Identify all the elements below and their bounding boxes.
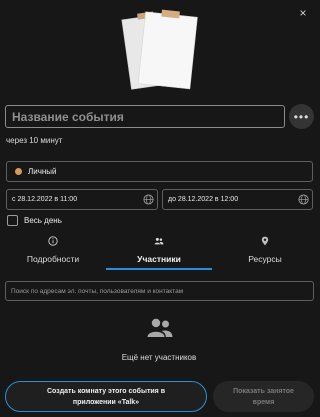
tab-attendees[interactable]: Участники xyxy=(106,233,212,271)
tab-resources-label: Ресурсы xyxy=(248,254,282,264)
more-options-button[interactable]: ••• xyxy=(289,104,314,129)
location-pin-icon xyxy=(261,236,269,246)
globe-icon[interactable] xyxy=(143,194,154,205)
start-datetime-value: с 28.12.2022 в 11:00 xyxy=(12,196,78,203)
tab-resources[interactable]: Ресурсы xyxy=(212,233,318,271)
people-icon xyxy=(147,318,173,337)
end-datetime-field[interactable]: до 28.12.2022 в 12:00 xyxy=(162,189,313,210)
tab-details-label: Подробности xyxy=(26,254,80,264)
close-icon: × xyxy=(299,6,307,20)
start-datetime-field[interactable]: с 28.12.2022 в 11:00 xyxy=(6,189,158,210)
calendar-color-dot xyxy=(15,168,22,175)
tab-details[interactable]: Подробности xyxy=(0,233,106,271)
attendee-search-input[interactable] xyxy=(5,281,314,301)
end-datetime-value: до 28.12.2022 в 12:00 xyxy=(168,196,239,203)
all-day-label: Весь день xyxy=(24,216,62,225)
create-talk-room-label: Создать комнату этого события в приложен… xyxy=(46,387,166,406)
show-busy-times-label: Показать занятое время xyxy=(233,387,294,406)
event-title-input[interactable] xyxy=(5,105,285,128)
event-tabs: Подробности Участники Ресурсы xyxy=(0,233,318,271)
close-button[interactable]: × xyxy=(295,5,311,21)
calendar-picker[interactable]: Личный xyxy=(6,161,313,182)
all-day-toggle[interactable]: Весь день xyxy=(7,215,62,226)
people-icon xyxy=(154,237,164,245)
all-day-checkbox[interactable] xyxy=(7,215,18,226)
globe-icon[interactable] xyxy=(298,194,309,205)
more-icon: ••• xyxy=(293,109,310,124)
calendar-label: Личный xyxy=(28,167,57,176)
create-talk-room-button[interactable]: Создать комнату этого события в приложен… xyxy=(5,381,207,412)
info-icon xyxy=(48,236,58,246)
paper-sheets-illustration xyxy=(121,9,198,90)
event-relative-time: через 10 минут xyxy=(6,136,63,145)
no-attendees-message: Ещё нет участников xyxy=(121,353,197,362)
show-busy-times-button[interactable]: Показать занятое время xyxy=(213,381,314,412)
active-tab-indicator xyxy=(106,268,212,270)
tab-attendees-label: Участники xyxy=(137,254,181,264)
